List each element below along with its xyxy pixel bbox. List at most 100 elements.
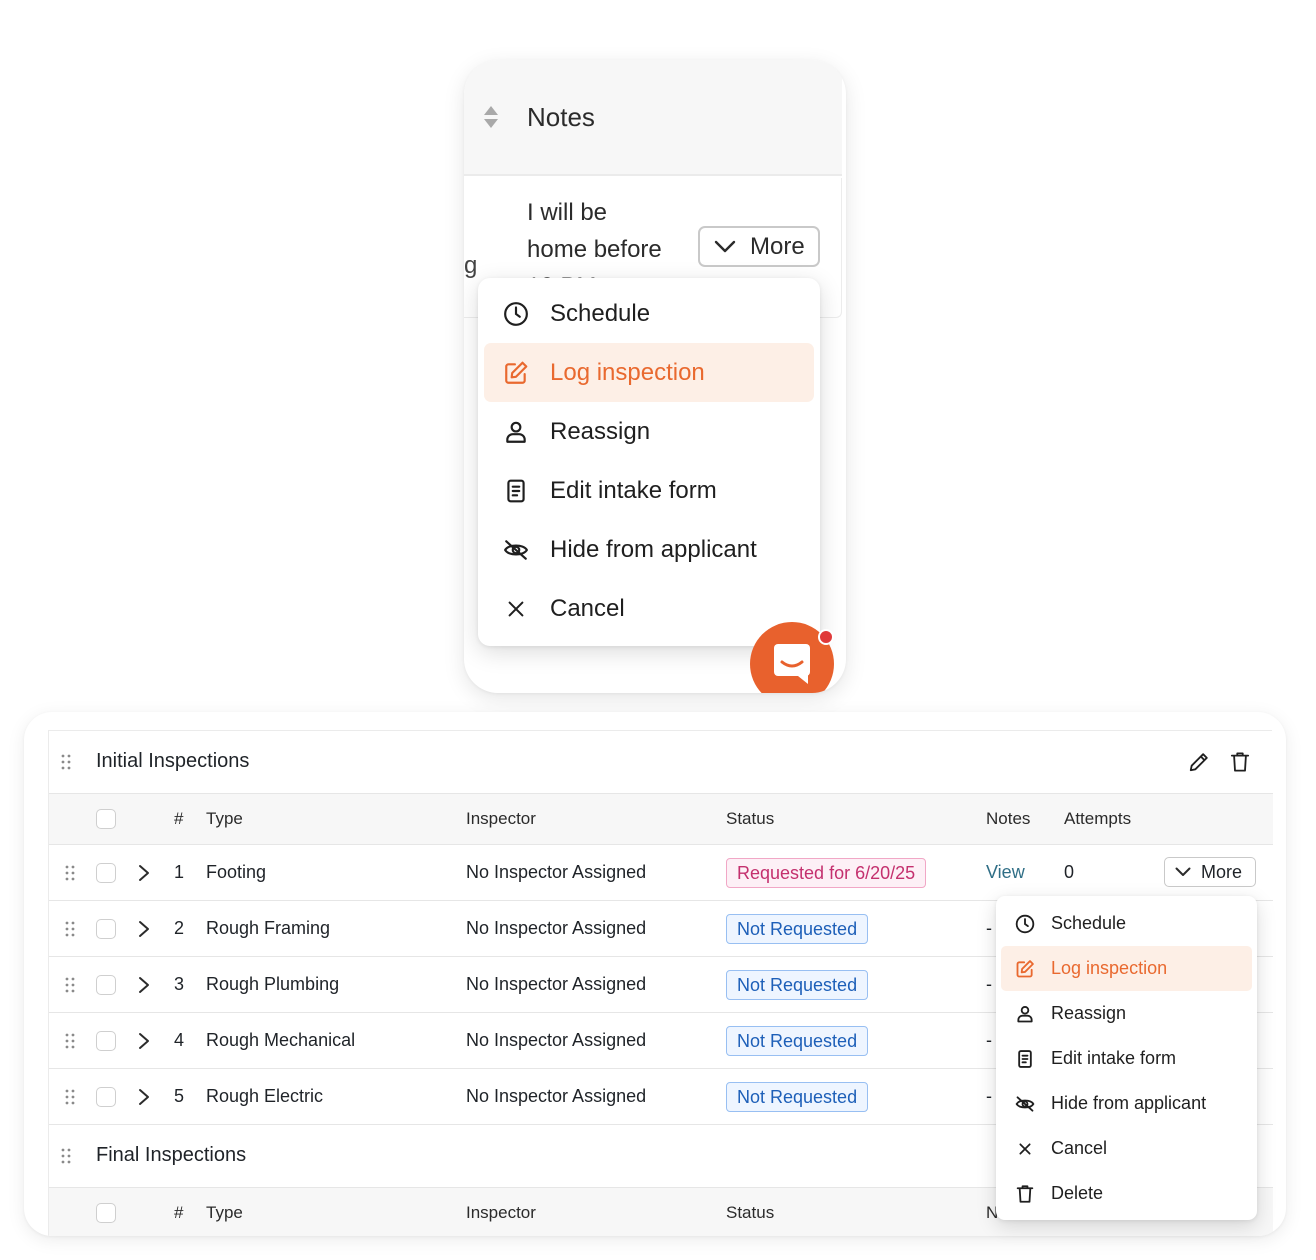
status-badge: Not Requested <box>726 1081 869 1112</box>
menu-item-label: Delete <box>1051 1183 1104 1203</box>
row-checkbox[interactable] <box>96 1030 116 1051</box>
drag-handle-icon[interactable] <box>65 901 75 956</box>
clock-icon <box>502 300 530 328</box>
row-notes: - <box>986 974 992 994</box>
menu-item-reassign[interactable]: Reassign <box>484 402 814 461</box>
row-type: Rough Plumbing <box>206 974 340 994</box>
column-header-type[interactable]: Type <box>206 794 243 844</box>
table-row[interactable]: 1 Footing No Inspector Assigned Requeste… <box>49 845 1273 901</box>
eye-off-icon <box>502 536 530 564</box>
menu-item-cancel[interactable]: Cancel <box>1001 1126 1252 1171</box>
section-title: Initial Inspections <box>96 750 250 772</box>
note-line: I will be <box>527 199 608 226</box>
drag-handle-icon[interactable] <box>65 957 75 1012</box>
menu-item-label: Schedule <box>1051 913 1127 933</box>
notes-column-title: Notes <box>527 102 595 132</box>
column-header-attempts[interactable]: Attempts <box>1064 794 1131 844</box>
row-type: Rough Electric <box>206 1086 324 1106</box>
menu-item-label: Cancel <box>550 594 625 622</box>
row-type: Footing <box>206 862 267 882</box>
eye-off-icon <box>1015 1094 1035 1114</box>
user-icon <box>1015 1004 1035 1024</box>
chevron-down-icon <box>714 240 736 254</box>
menu-item-schedule[interactable]: Schedule <box>1001 901 1252 946</box>
menu-item-hide-from-applicant[interactable]: Hide from applicant <box>1001 1081 1252 1126</box>
row-attempts: 0 <box>1064 862 1075 882</box>
select-all-checkbox[interactable] <box>96 809 116 829</box>
more-dropdown-menu: Schedule Log inspection Reassign Edit in… <box>996 896 1257 1220</box>
row-number: 3 <box>174 974 185 994</box>
pencil-icon[interactable] <box>1188 751 1210 773</box>
section-header-initial: Initial Inspections <box>49 731 1273 794</box>
menu-item-reassign[interactable]: Reassign <box>1001 991 1252 1036</box>
table-header-row: # Type Inspector Status Notes Attempts <box>49 794 1273 845</box>
menu-item-edit-intake-form[interactable]: Edit intake form <box>484 461 814 520</box>
row-notes: - <box>986 1030 992 1050</box>
menu-item-label: Log inspection <box>550 358 705 386</box>
menu-item-schedule[interactable]: Schedule <box>484 284 814 343</box>
sort-icon[interactable] <box>482 104 500 130</box>
row-number: 5 <box>174 1086 185 1106</box>
edit-icon <box>502 359 530 387</box>
menu-item-cancel[interactable]: Cancel <box>484 579 814 638</box>
menu-item-delete[interactable]: Delete <box>1001 1171 1252 1216</box>
menu-item-label: Hide from applicant <box>550 535 757 563</box>
more-dropdown-menu: Schedule Log inspection Reassign Edit in… <box>478 278 820 646</box>
chevron-right-icon[interactable] <box>138 1069 150 1124</box>
status-badge: Requested for 6/20/25 <box>726 857 927 888</box>
row-checkbox[interactable] <box>96 1086 116 1107</box>
drag-handle-icon[interactable] <box>65 1069 75 1124</box>
row-number: 2 <box>174 918 185 938</box>
column-header-number: # <box>174 809 184 828</box>
menu-item-label: Hide from applicant <box>1051 1093 1207 1113</box>
status-badge: Not Requested <box>726 1025 869 1056</box>
more-button[interactable]: More <box>1164 857 1256 887</box>
status-badge: Not Requested <box>726 913 869 944</box>
chevron-right-icon[interactable] <box>138 957 150 1012</box>
row-checkbox[interactable] <box>96 862 116 883</box>
menu-item-label: Edit intake form <box>1051 1048 1177 1068</box>
edit-icon <box>1015 959 1035 979</box>
menu-item-label: Reassign <box>1051 1003 1127 1023</box>
drag-handle-icon[interactable] <box>61 754 71 770</box>
user-icon <box>502 418 530 446</box>
row-type: Rough Framing <box>206 918 331 938</box>
drag-handle-icon[interactable] <box>65 845 75 900</box>
chevron-down-icon <box>1175 867 1191 877</box>
trash-icon[interactable] <box>1230 751 1250 773</box>
menu-item-label: Cancel <box>1051 1138 1108 1158</box>
drag-handle-icon[interactable] <box>65 1013 75 1068</box>
column-header-status[interactable]: Status <box>726 794 774 844</box>
select-all-checkbox[interactable] <box>96 1203 116 1223</box>
row-number: 4 <box>174 1030 185 1050</box>
column-header-type[interactable]: Type <box>206 1188 243 1236</box>
row-inspector: No Inspector Assigned <box>466 1030 647 1050</box>
menu-item-hide-from-applicant[interactable]: Hide from applicant <box>484 520 814 579</box>
menu-item-label: Reassign <box>550 417 651 445</box>
chevron-right-icon[interactable] <box>138 1013 150 1068</box>
column-header-status[interactable]: Status <box>726 1188 774 1236</box>
menu-item-label: Edit intake form <box>550 476 717 504</box>
row-inspector: No Inspector Assigned <box>466 1086 647 1106</box>
chevron-right-icon[interactable] <box>138 845 150 900</box>
row-inspector: No Inspector Assigned <box>466 918 647 938</box>
view-notes-link[interactable]: View <box>986 862 1025 883</box>
section-title: Final Inspections <box>96 1144 247 1166</box>
more-button-label: More <box>1201 861 1243 882</box>
notes-column-header[interactable]: Notes <box>464 60 842 176</box>
chevron-right-icon[interactable] <box>138 901 150 956</box>
menu-item-label: Log inspection <box>1051 958 1168 978</box>
more-button[interactable]: More <box>698 226 820 267</box>
row-inspector: No Inspector Assigned <box>466 974 647 994</box>
close-icon <box>502 595 530 623</box>
column-header-inspector[interactable]: Inspector <box>466 794 536 844</box>
drag-handle-icon[interactable] <box>61 1148 71 1164</box>
menu-item-edit-intake-form[interactable]: Edit intake form <box>1001 1036 1252 1081</box>
menu-item-log-inspection[interactable]: Log inspection <box>1001 946 1252 991</box>
row-checkbox[interactable] <box>96 918 116 939</box>
column-header-inspector[interactable]: Inspector <box>466 1188 536 1236</box>
menu-item-log-inspection[interactable]: Log inspection <box>484 343 814 402</box>
row-checkbox[interactable] <box>96 974 116 995</box>
row-notes: - <box>986 918 992 938</box>
column-header-notes[interactable]: Notes <box>986 794 1030 844</box>
